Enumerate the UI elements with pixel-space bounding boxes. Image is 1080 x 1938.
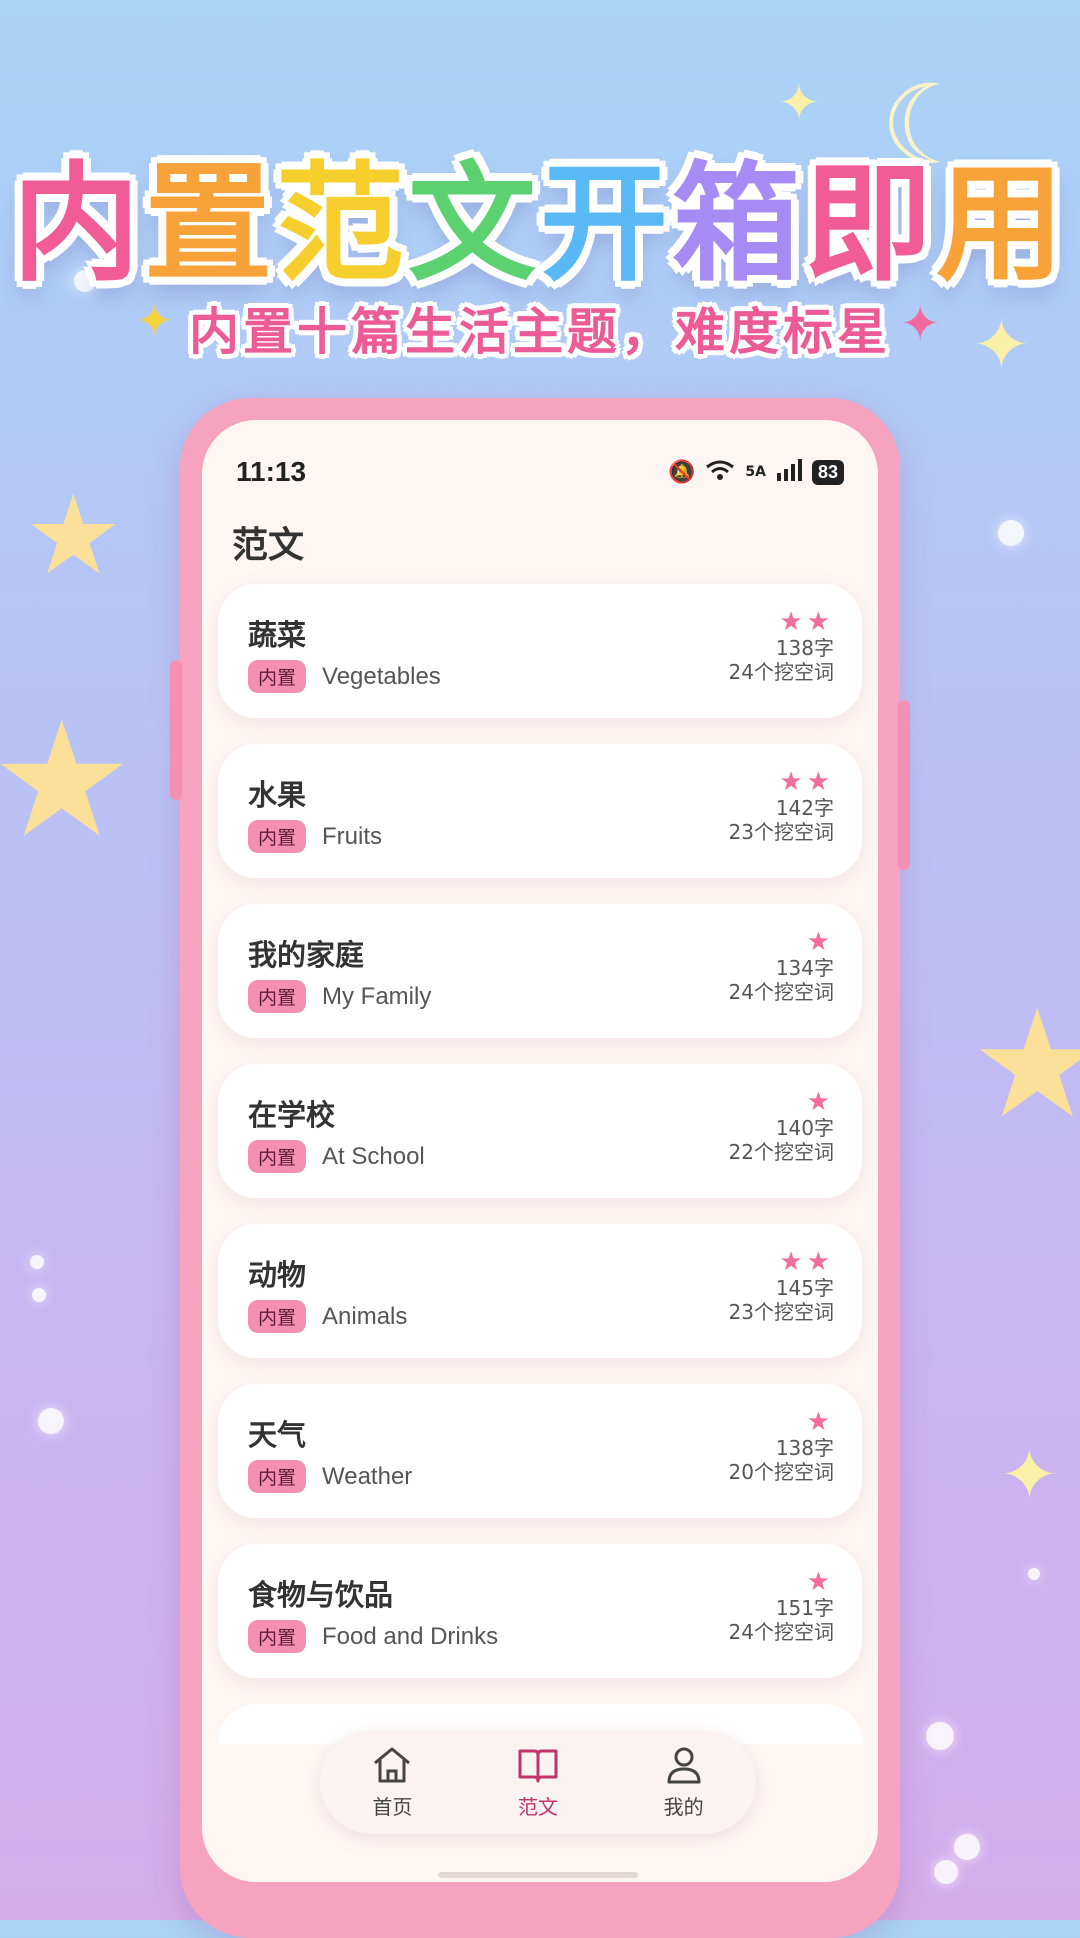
tab-label: 首页	[372, 1794, 413, 1819]
promo-subhead: 内置十篇生活主题，难度标星	[189, 303, 891, 361]
word-count: 140字	[775, 1116, 834, 1140]
bubble-decoration	[954, 1834, 980, 1860]
blank-count: 24个挖空词	[728, 1620, 834, 1644]
essay-list[interactable]: 蔬菜 内置 Vegetables ★★ 138字 24个挖空词 水果 内置 Fruits ★★ 14…	[218, 584, 862, 1744]
blank-count: 24个挖空词	[728, 980, 834, 1004]
difficulty-stars: ★★	[779, 1247, 834, 1277]
essay-title: 天气	[248, 1418, 307, 1452]
word-count: 145字	[775, 1276, 834, 1300]
status-time: 11:13	[236, 456, 307, 487]
essay-title: 食物与饮品	[248, 1578, 394, 1612]
essay-card[interactable]: 食物与饮品内置 Food and Drinks ★ 151字 24个挖空词	[218, 1544, 862, 1678]
essay-english-title: At School	[322, 1142, 425, 1170]
difficulty-stars: ★	[806, 1087, 834, 1117]
wifi-icon	[705, 459, 735, 485]
essay-title: 动物	[248, 1258, 307, 1292]
bubble-decoration	[30, 1255, 44, 1269]
home-icon	[371, 1745, 413, 1789]
builtin-tag: 内置	[248, 1140, 307, 1173]
phone-side-button	[170, 660, 182, 800]
bottom-tab-bar: 首页 范文 我的	[320, 1730, 756, 1834]
tab-label: 我的	[663, 1794, 704, 1819]
word-count: 138字	[775, 636, 834, 660]
essay-english-title: Food and Drinks	[322, 1622, 499, 1650]
difficulty-stars: ★★	[779, 767, 834, 797]
user-icon	[663, 1745, 705, 1789]
difficulty-stars: ★★	[779, 607, 834, 637]
builtin-tag: 内置	[248, 980, 307, 1013]
word-count: 138字	[775, 1436, 834, 1460]
essay-card[interactable]: 我的家庭内置 My Family ★ 134字 24个挖空词	[218, 904, 862, 1038]
essay-english-title: Weather	[322, 1462, 413, 1490]
essay-english-title: My Family	[322, 982, 432, 1010]
essay-card[interactable]: 天气内置 Weather ★ 138字 20个挖空词	[218, 1384, 862, 1518]
mute-icon: 🔕	[667, 459, 696, 485]
blank-count: 20个挖空词	[728, 1460, 834, 1484]
difficulty-stars: ★	[806, 1567, 834, 1597]
bubble-decoration	[38, 1408, 64, 1434]
word-count: 151字	[775, 1596, 834, 1620]
headline-char: 用	[936, 150, 1069, 299]
word-count: 134字	[775, 956, 834, 980]
tab-label: 范文	[517, 1794, 558, 1819]
bubble-decoration	[32, 1288, 46, 1302]
battery-indicator: 83	[811, 459, 844, 485]
tab-profile[interactable]: 我的	[663, 1745, 705, 1820]
book-icon	[516, 1745, 560, 1789]
essay-english-title: Fruits	[322, 822, 383, 850]
home-indicator	[438, 1872, 638, 1878]
essay-card[interactable]: 动物内置 Animals ★★ 145字 23个挖空词	[218, 1224, 862, 1358]
builtin-tag: 内置	[248, 1620, 307, 1653]
blank-count: 23个挖空词	[728, 1300, 834, 1324]
essay-card[interactable]: 水果内置 Fruits ★★ 142字 23个挖空词	[218, 744, 862, 878]
promo-headline: 内置范文开箱即用	[0, 120, 1080, 305]
difficulty-stars: ★	[806, 1407, 834, 1437]
sparkle-icon: ✦	[1000, 1434, 1059, 1516]
bubble-decoration	[1028, 1568, 1040, 1580]
tab-home[interactable]: 首页	[371, 1745, 413, 1820]
phone-side-button	[898, 700, 910, 870]
app-screen: 11:13 🔕 5A 83 范文 蔬菜 内置 Vegetables ★★ 138字 24个…	[202, 420, 878, 1882]
blank-count: 24个挖空词	[728, 660, 834, 684]
essay-title: 水果	[248, 778, 307, 812]
headline-char: 文	[407, 150, 540, 299]
builtin-tag: 内置	[248, 820, 307, 853]
essay-title: 蔬菜	[248, 618, 307, 652]
network-type-label: 5A	[745, 464, 766, 480]
blank-count: 22个挖空词	[728, 1140, 834, 1164]
page-title: 范文	[232, 525, 305, 566]
essay-title: 我的家庭	[248, 938, 365, 972]
signal-icon	[776, 459, 802, 485]
star-decoration-icon: ★	[970, 978, 1080, 1152]
difficulty-stars: ★	[806, 927, 834, 957]
essay-card[interactable]: 在学校内置 At School ★ 140字 22个挖空词	[218, 1064, 862, 1198]
headline-char: 范	[275, 150, 408, 299]
headline-char: 置	[143, 150, 276, 299]
essay-title: 在学校	[248, 1098, 336, 1132]
status-bar: 11:13 🔕 5A 83	[236, 450, 844, 494]
blank-count: 23个挖空词	[728, 820, 834, 844]
bubble-decoration	[998, 520, 1024, 546]
builtin-tag: 内置	[248, 660, 307, 693]
builtin-tag: 内置	[248, 1460, 307, 1493]
essay-english-title: Animals	[322, 1302, 408, 1330]
headline-char: 即	[804, 150, 937, 299]
essay-english-title: Vegetables	[322, 662, 441, 690]
tab-essays[interactable]: 范文	[516, 1745, 560, 1820]
bubble-decoration	[934, 1860, 958, 1884]
essay-card[interactable]: 蔬菜内置 Vegetables ★★ 138字 24个挖空词	[218, 584, 862, 718]
bubble-decoration	[926, 1722, 954, 1750]
builtin-tag: 内置	[248, 1300, 307, 1333]
word-count: 142字	[775, 796, 834, 820]
headline-char: 开	[540, 150, 673, 299]
star-decoration-icon: ★	[0, 686, 134, 873]
headline-char: 箱	[672, 150, 805, 299]
headline-char: 内	[11, 150, 144, 299]
star-decoration-icon: ★	[24, 471, 123, 599]
